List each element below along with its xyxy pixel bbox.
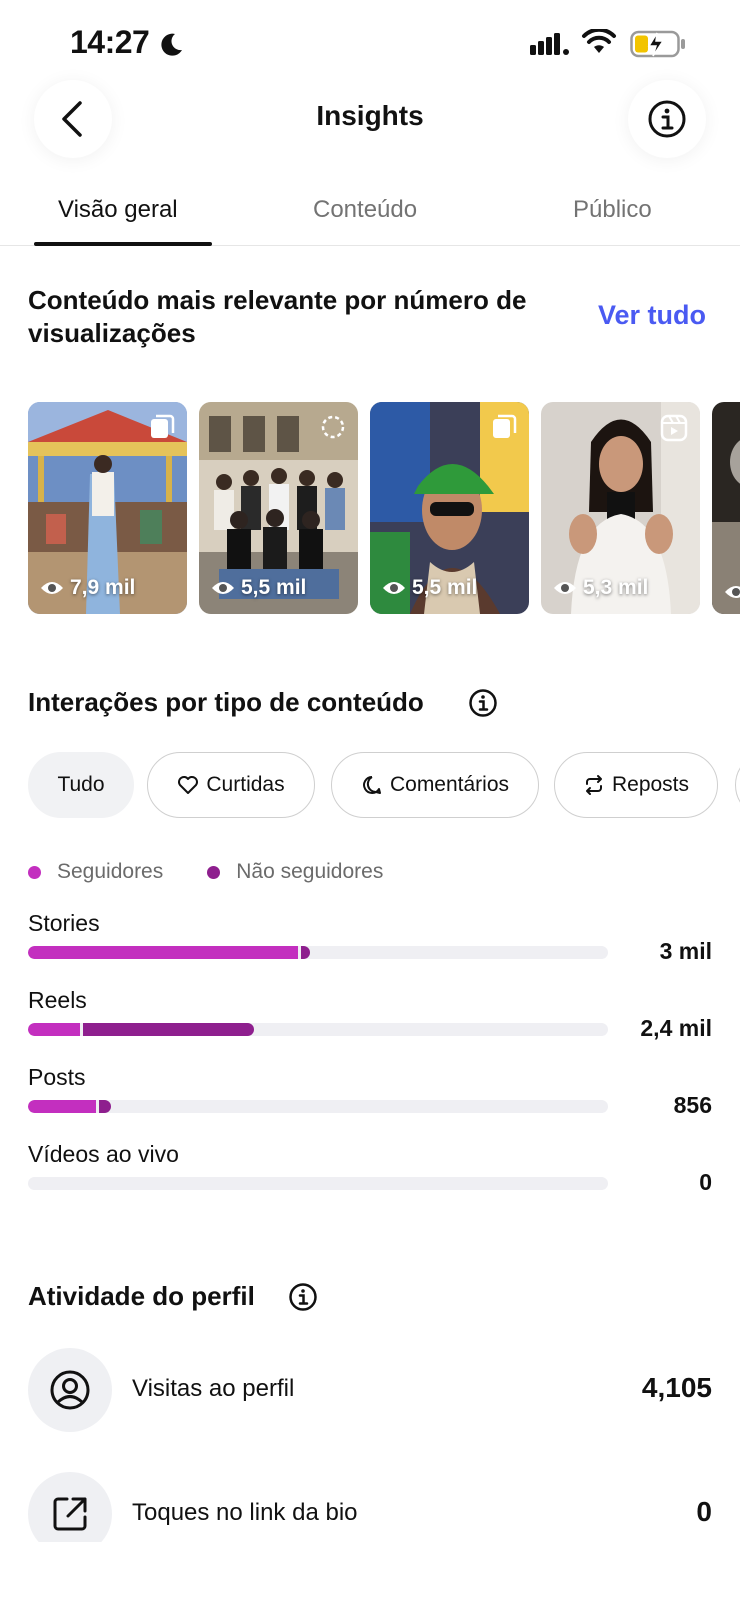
moon-icon: [161, 33, 182, 56]
views-count: 5,3 mil: [553, 576, 648, 600]
eye-icon: [554, 582, 576, 594]
interactions-info-icon[interactable]: [468, 688, 498, 718]
comment-icon: [363, 776, 381, 794]
active-tab-indicator: [34, 242, 212, 246]
profile-activity-info-icon[interactable]: [288, 1282, 318, 1312]
battery-charging-icon: [630, 30, 685, 58]
wifi-icon: [582, 29, 616, 53]
heart-icon: [178, 776, 199, 794]
views-count: 5,5 mil: [382, 576, 477, 600]
content-thumbnail[interactable]: 5,3 mil: [541, 402, 700, 614]
followers-bar: [28, 1100, 96, 1113]
interaction-row-posts[interactable]: Posts 856: [28, 1064, 712, 1134]
content-thumbnail[interactable]: [712, 402, 740, 614]
see-all-link[interactable]: Ver tudo: [598, 300, 706, 331]
interaction-row-stories[interactable]: Stories 3 mil: [28, 910, 712, 980]
tab-overview[interactable]: Visão geral: [58, 196, 178, 224]
filter-more[interactable]: [735, 752, 740, 818]
views-count: [724, 584, 740, 600]
bar-track: [28, 946, 608, 959]
followers-bar: [28, 1023, 80, 1036]
info-icon: [648, 100, 686, 138]
row-value: 0: [699, 1169, 712, 1195]
info-button[interactable]: [628, 80, 706, 158]
interaction-row-live[interactable]: Vídeos ao vivo 0: [28, 1141, 712, 1211]
content-thumbnail[interactable]: 7,9 mil: [28, 402, 187, 614]
filter-reposts[interactable]: Reposts: [554, 752, 718, 818]
top-content-title: Conteúdo mais relevante por número de vi…: [28, 285, 527, 348]
tab-audience[interactable]: Público: [573, 196, 652, 224]
content-type-filters: Tudo Curtidas Comentários Reposts: [28, 752, 740, 818]
carousel-icon: [493, 414, 517, 438]
external-link-icon: [53, 1497, 87, 1531]
chart-legend: Seguidores Não seguidores: [28, 860, 383, 884]
eye-icon: [41, 582, 63, 594]
status-bar: 14:27: [0, 0, 740, 86]
row-value: 3 mil: [659, 938, 712, 964]
profile-visits-value: 4,105: [641, 1372, 712, 1403]
profile-activity-title: Atividade do perfil: [28, 1281, 255, 1311]
non-followers-bar: [83, 1023, 254, 1036]
filter-all[interactable]: Tudo: [28, 752, 134, 818]
thumbnail-image: [712, 402, 740, 614]
followers-bar: [28, 946, 298, 959]
status-time: 14:27: [70, 24, 150, 60]
interaction-row-reels[interactable]: Reels 2,4 mil: [28, 987, 712, 1057]
legend-non-followers: Não seguidores: [236, 860, 384, 883]
bar-track: [28, 1023, 608, 1036]
story-icon: [321, 415, 345, 439]
profile-visits-row[interactable]: Visitas ao perfil 4,105: [28, 1348, 712, 1432]
row-value: 856: [673, 1092, 712, 1118]
reel-icon: [660, 414, 688, 442]
row-label: Reels: [28, 987, 87, 1013]
views-count: 7,9 mil: [40, 576, 135, 600]
tab-bar: Visão geral Conteúdo Público: [0, 190, 740, 246]
cellular-signal-icon: [530, 33, 569, 55]
non-followers-bar: [99, 1100, 111, 1113]
profile-icon: [50, 1370, 90, 1410]
row-label: Stories: [28, 910, 100, 936]
repost-icon: [585, 775, 602, 795]
bottom-edge: [0, 1542, 740, 1600]
content-thumbnail[interactable]: 5,5 mil: [370, 402, 529, 614]
eye-icon: [212, 582, 234, 594]
bio-link-taps-label: Toques no link da bio: [132, 1499, 358, 1526]
profile-visits-label: Visitas ao perfil: [132, 1375, 295, 1402]
top-content-carousel[interactable]: 7,9 mil 5,5 mil 5,5 mil 5,3 mil: [28, 402, 740, 616]
filter-likes[interactable]: Curtidas: [147, 752, 315, 818]
row-value: 2,4 mil: [640, 1015, 712, 1041]
eye-icon: [383, 582, 405, 594]
bio-link-taps-value: 0: [696, 1496, 712, 1527]
non-followers-bar: [301, 946, 310, 959]
bar-track: [28, 1100, 608, 1113]
profile-icon-wrap: [28, 1348, 112, 1432]
legend-followers: Seguidores: [57, 860, 164, 883]
eye-icon: [725, 586, 740, 598]
filter-comments[interactable]: Comentários: [331, 752, 539, 818]
tab-content[interactable]: Conteúdo: [313, 196, 417, 224]
legend-dot-followers: [28, 865, 41, 879]
legend-dot-non-followers: [207, 865, 221, 879]
carousel-icon: [151, 414, 175, 438]
views-count: 5,5 mil: [211, 576, 306, 600]
row-label: Vídeos ao vivo: [28, 1141, 179, 1167]
bar-track: [28, 1177, 608, 1190]
row-label: Posts: [28, 1064, 86, 1090]
interactions-title: Interações por tipo de conteúdo: [28, 687, 424, 717]
content-thumbnail[interactable]: 5,5 mil: [199, 402, 358, 614]
